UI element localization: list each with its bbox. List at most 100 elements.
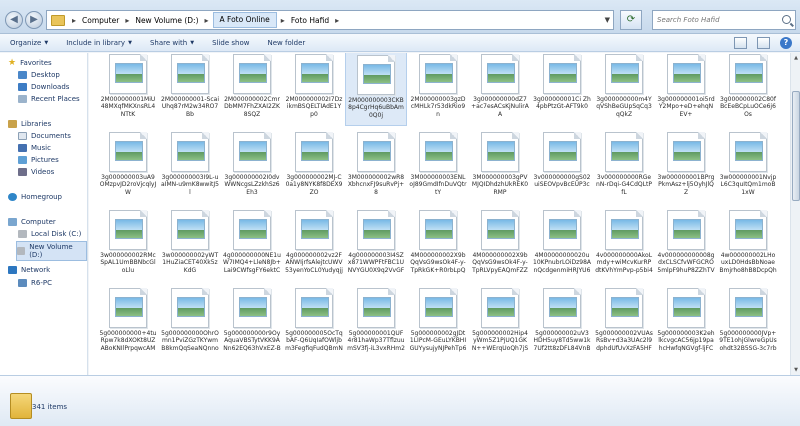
breadcrumb-separator-icon[interactable]: ▸ (125, 16, 129, 25)
nav-homegroup[interactable]: Homegroup (8, 193, 62, 201)
nav-downloads[interactable]: Downloads (18, 83, 69, 91)
nav-computer[interactable]: Computer (8, 218, 56, 226)
file-item[interactable]: 5g000000003K2ehlkcvgcAC56jp19pahcHwfqNGV… (655, 282, 717, 360)
share-with-menu[interactable]: Share with ▼ (140, 34, 202, 51)
file-item[interactable]: 5g000000001QUF4r81haWp37TflzuumSV3fj-iL3… (345, 282, 407, 360)
file-item[interactable]: 3w000000001NvjpL6C3quItQm1moB1xW (717, 126, 779, 204)
file-item[interactable]: 3g000000001oi5rdY2Mpo+eD+ehqNEV+ (655, 53, 717, 126)
file-item[interactable]: 3w000000002yWT1HuZiaCET40Xk5zKdG (159, 204, 221, 282)
back-button[interactable]: ◀ (5, 11, 23, 29)
scroll-down-icon[interactable]: ▼ (792, 366, 800, 374)
nav-videos[interactable]: Videos (18, 168, 54, 176)
file-item[interactable]: 3g000000001Ci Zh4pbPtzGt-AFT9k0 (531, 53, 593, 126)
new-folder-button[interactable]: New folder (257, 34, 313, 51)
breadcrumb-a-foto-online[interactable]: A Foto Online (212, 12, 277, 28)
file-item[interactable]: 3g000000002MJ-C0a1y8NYK8f8DEX9ZO (283, 126, 345, 204)
file-item[interactable]: 5g000000000JVp+9TE1ohjGlwreGpUsohdt32B5S… (717, 282, 779, 360)
file-item[interactable]: 5g000000000+4tuRpw7k8dXOKt8UZABoKNIlPrpq… (97, 282, 159, 360)
file-item[interactable]: 4M000000002X9bQqVsG9wsOk4F-y-TpRkGK+R0rb… (407, 204, 469, 282)
nav-desktop[interactable]: Desktop (18, 71, 60, 79)
file-item[interactable]: 2M000000003CKB8p4CgrHq6uBbAm0Q0j (345, 53, 407, 126)
file-item[interactable]: 3w000000001BPrgPkmAsz+lj5OyhJlQZ (655, 126, 717, 204)
share-with-label: Share with (149, 38, 188, 47)
breadcrumb-separator-icon[interactable]: ▸ (335, 16, 339, 25)
file-item[interactable]: 2M000000001MiU48MXqfMKXnsRL4NTtK (97, 53, 159, 126)
file-item[interactable]: 2M000000002CmrDbMM7FhZXAI2ZK8SQZ (221, 53, 283, 126)
nav-r6-pc[interactable]: R6-PC (18, 279, 52, 287)
file-item[interactable]: 3g000000003I9L-uaIMN-u9mK8wwitJ5l (159, 126, 221, 204)
file-item[interactable]: 3g000000002C80fBcEeBCpLuOCe6j6Os (717, 53, 779, 126)
file-item[interactable]: 3g000000000m4YqVShBeGUpSqCq3qQkZ (593, 53, 655, 126)
breadcrumb-separator-icon[interactable]: ▸ (281, 16, 285, 25)
file-item[interactable]: 4v000000000008gdxCLSCfvWFGCRO5mlpF9huP8Z… (655, 204, 717, 282)
file-name: 3M000000003ENLoJ89GmdIfnDuVQtrtY (409, 174, 467, 196)
file-item[interactable]: 4g000000002vz2FANWIjrfsAlejtcUWV53yenYoC… (283, 204, 345, 282)
file-item[interactable]: 5g000000002uV3HDH5uy8Td5ww1k7Uf2tt8zDFL8… (531, 282, 593, 360)
breadcrumb-new-volume[interactable]: New Volume (D:) (133, 16, 200, 25)
view-options-icon[interactable] (734, 37, 747, 49)
refresh-button[interactable]: ⟳ (620, 10, 642, 30)
file-item[interactable]: 5g000000000r9OyAquaVBSTytVKK9ANn62EQ63hV… (221, 282, 283, 360)
file-item[interactable]: 5g000000002Hip4yWm5Z1PjUQ1GKN++WErqUoQh7… (469, 282, 531, 360)
nav-local-disk[interactable]: Local Disk (C:) (18, 230, 81, 238)
file-item[interactable]: 3g000000003uA9OMzpvJD2roVjcqlyJW (97, 126, 159, 204)
file-item[interactable]: 2M000000002I7DzikmBSQELTIAdE1Yp0 (283, 53, 345, 126)
forward-button[interactable]: ▶ (25, 11, 43, 29)
search-input[interactable] (657, 16, 775, 24)
include-in-library-menu[interactable]: Include in library ▼ (56, 34, 140, 51)
file-item[interactable]: 3g000000000dZ7+ac7esACsKjNulirAA (469, 53, 531, 126)
file-item[interactable]: 4g000000000NE1uW7IMQ4+LleN8Jb+Lai9CWfsgF… (221, 204, 283, 282)
file-item[interactable]: 3M000000003gPVMJQIDhdzhUkREK0RMP (469, 126, 531, 204)
address-box[interactable]: ▸ Computer ▸ New Volume (D:) ▸ A Foto On… (46, 10, 614, 30)
file-item[interactable]: 4g000000003I4SZx871WWPFtFBC1UNVYGU0X9q2V… (345, 204, 407, 282)
nav-libraries[interactable]: Libraries (8, 120, 51, 128)
file-item[interactable]: 5g000000002VUAsRsBv+d3a3UAc2l9dphdUfUvXz… (593, 282, 655, 360)
downloads-icon (18, 83, 27, 91)
nav-recent-places[interactable]: Recent Places (18, 95, 80, 103)
nav-pictures[interactable]: Pictures (18, 156, 59, 164)
file-item[interactable]: 3M000000003ENLoJ89GmdIfnDuVQtrtY (407, 126, 469, 204)
file-item[interactable]: 5g000000005OcTqbAF-Q6UqIafOWljbm3FegfiqF… (283, 282, 345, 360)
file-name: 3g000000003uA9OMzpvJD2roVjcqlyJW (99, 174, 157, 196)
preview-pane-icon[interactable] (757, 37, 770, 49)
file-item[interactable]: 3v000000000gS02uiSEOVpvBcEUP3c (531, 126, 593, 204)
breadcrumb-foto-hafid[interactable]: Foto Hafid (289, 16, 331, 25)
new-folder-label: New folder (267, 38, 306, 47)
file-name: 4g000000002vz2FANWIjrfsAlejtcUWV53yenYoC… (285, 252, 343, 274)
scroll-thumb[interactable] (792, 91, 800, 201)
nav-new-volume[interactable]: New Volume (D:) (16, 241, 87, 261)
nav-network[interactable]: Network (8, 266, 50, 274)
search-icon[interactable] (782, 15, 791, 24)
file-item[interactable]: 2M000000003gzDcMHLk7r53dkRio9n (407, 53, 469, 126)
nav-documents[interactable]: Documents (18, 132, 71, 140)
file-item[interactable]: 5g000000002gJDt1LIPcM-GEuLYKBHIGUYysujyN… (407, 282, 469, 360)
breadcrumb-separator-icon[interactable]: ▸ (72, 16, 76, 25)
file-item[interactable]: 3v000000000RGenN-rDqi-G4CdQLtPfL (593, 126, 655, 204)
chevron-down-icon[interactable]: ▼ (605, 16, 610, 24)
file-item[interactable]: 5g000000000OhrOmn1PviZGzTKYwmB8kmQqSeaNQ… (159, 282, 221, 360)
file-item[interactable]: 4M000000002X9bQqVsG9wsOk4F-y-TpRLVpyEAQm… (469, 204, 531, 282)
file-item[interactable]: 4w000000002LHouxLD0HdsBbNoaeBmjrho8hB8Dc… (717, 204, 779, 282)
nav-music[interactable]: Music (18, 144, 51, 152)
image-file-icon (109, 288, 147, 328)
computer-icon (8, 218, 17, 226)
file-name: 3w000000002yWT1HuZiaCET40Xk5zKdG (161, 252, 219, 274)
vertical-scrollbar[interactable]: ▲ ▼ (790, 53, 800, 375)
breadcrumb-computer[interactable]: Computer (80, 16, 121, 25)
slide-show-button[interactable]: Slide show (202, 34, 257, 51)
file-item[interactable]: 3g000000002I0dvWWNcgsLZzkhSz6Eh3 (221, 126, 283, 204)
file-name: 3w000000001NvjpL6C3quItQm1moB1xW (719, 174, 777, 196)
breadcrumb-separator-icon[interactable]: ▸ (205, 16, 209, 25)
nav-favorites[interactable]: ★ Favorites (8, 59, 52, 68)
file-item[interactable]: 3w000000002RMcSpAL1UmBBNbcGloLlu (97, 204, 159, 282)
image-file-icon (481, 132, 519, 172)
file-item[interactable]: 3M000000002wR8XbhcnxFJ9suRvPj+8 (345, 126, 407, 204)
help-icon[interactable]: ? (780, 37, 792, 49)
file-name: 3v000000000gS02uiSEOVpvBcEUP3c (533, 174, 591, 189)
file-item[interactable]: 4v000000000AkoLmdy+wiMcvKurRPdtKVhYmPvp-… (593, 204, 655, 282)
file-item[interactable]: 4M00000000020u10KPnubrLOiDz98AnQcdgenmiH… (531, 204, 593, 282)
scroll-up-icon[interactable]: ▲ (792, 54, 800, 62)
file-item[interactable]: 2M000000001-ScaiUhq87rM2w34RO7Bb (159, 53, 221, 126)
organize-menu[interactable]: Organize ▼ (0, 34, 56, 51)
image-file-icon (357, 55, 395, 95)
